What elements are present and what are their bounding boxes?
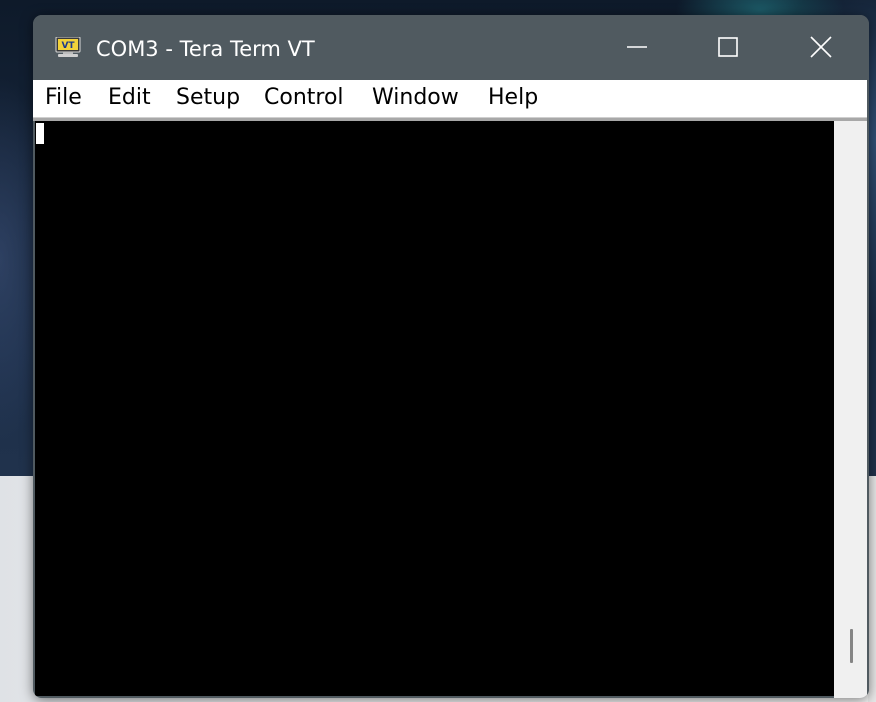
vertical-scrollbar[interactable] bbox=[834, 121, 867, 698]
terminal-screen[interactable] bbox=[35, 121, 834, 696]
tera-term-window: VT COM3 - Tera Term VT File Edit Setup C… bbox=[33, 15, 869, 698]
minimize-icon bbox=[627, 46, 647, 48]
close-button[interactable] bbox=[798, 27, 844, 67]
menu-setup[interactable]: Setup bbox=[176, 84, 240, 112]
menu-file[interactable]: File bbox=[45, 84, 82, 112]
scrollbar-thumb[interactable] bbox=[850, 629, 853, 663]
menu-control[interactable]: Control bbox=[264, 84, 344, 112]
menu-edit[interactable]: Edit bbox=[108, 84, 151, 112]
title-bar[interactable]: VT COM3 - Tera Term VT bbox=[33, 15, 869, 80]
menu-window[interactable]: Window bbox=[372, 84, 459, 112]
window-title: COM3 - Tera Term VT bbox=[96, 37, 315, 61]
maximize-button[interactable] bbox=[705, 27, 751, 67]
desktop-edge bbox=[868, 476, 876, 702]
menu-bar: File Edit Setup Control Window Help bbox=[33, 80, 869, 118]
window-edge bbox=[867, 80, 869, 698]
svg-text:VT: VT bbox=[61, 41, 75, 51]
close-icon bbox=[810, 36, 832, 58]
maximize-icon bbox=[718, 37, 738, 57]
tera-term-vt-icon[interactable]: VT bbox=[55, 36, 81, 57]
text-cursor bbox=[36, 123, 44, 144]
minimize-button[interactable] bbox=[614, 27, 660, 67]
menu-help[interactable]: Help bbox=[488, 84, 538, 112]
